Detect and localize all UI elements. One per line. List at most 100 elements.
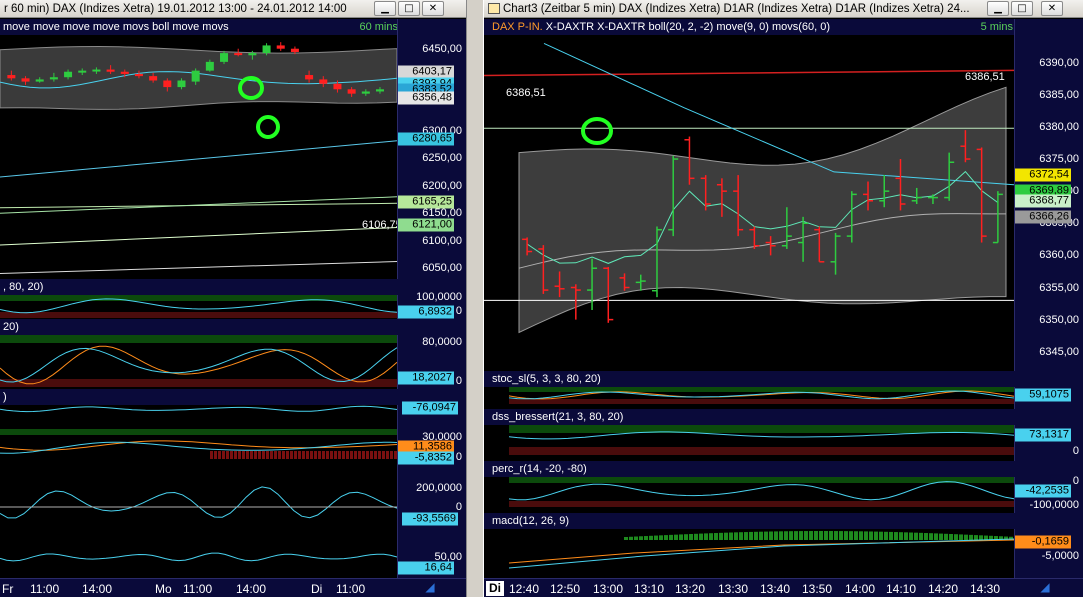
price-tick-label: 6380,00 — [1039, 120, 1079, 133]
histogram-bar — [834, 531, 838, 540]
time-tick-label: 14:10 — [886, 582, 917, 596]
histogram-bar — [230, 451, 233, 459]
left-ind2-axis[interactable]: 80,0000 0 18,2027 — [397, 335, 466, 389]
candle-body — [134, 73, 143, 77]
histogram-bar — [326, 451, 329, 459]
histogram-bar — [664, 535, 668, 540]
histogram-bar — [824, 531, 828, 540]
right-day-label: Di — [486, 581, 504, 596]
histogram-bar — [704, 533, 708, 540]
candle-body — [347, 89, 356, 94]
right-price-axis[interactable]: 6390,006385,006380,006375,006370,006365,… — [1014, 19, 1083, 371]
time-tick-label: 14:20 — [928, 582, 959, 596]
histogram-bar — [779, 531, 783, 540]
right-ind3-tick-bottom: -100,0000 — [1029, 499, 1079, 511]
histogram-bar — [654, 535, 658, 540]
price-tick-label: 6100,00 — [422, 234, 462, 247]
price-value-tag: 6280,65 — [398, 132, 454, 146]
histogram-bar — [754, 531, 758, 540]
histogram-bar — [294, 451, 297, 459]
histogram-bar — [306, 451, 309, 459]
histogram-bar — [274, 451, 277, 459]
right-ind3-axis[interactable]: 0 -42,2535 -100,0000 — [1014, 475, 1083, 513]
left-ind4-chart[interactable] — [0, 421, 398, 471]
minimize-button[interactable]: ▁ — [987, 1, 1009, 16]
histogram-bar — [342, 451, 345, 459]
histogram-bar — [694, 533, 698, 540]
price-tick-label: 6200,00 — [422, 179, 462, 192]
right-ind1-axis[interactable]: 59,1075 — [1014, 387, 1083, 409]
time-tick-label: 14:30 — [970, 582, 1001, 596]
right-ind2-axis[interactable]: 73,1317 0 — [1014, 425, 1083, 461]
right-window-titlebar[interactable]: Chart3 (Zeitbar 5 min) DAX (Indizes Xetr… — [484, 0, 1083, 18]
right-price-chart[interactable] — [484, 19, 1015, 371]
left-ind1-value-tag: 6,8932 — [398, 305, 454, 319]
histogram-bar — [390, 451, 393, 459]
left-ind6-value-tag: 16,64 — [398, 561, 454, 575]
oversold-zone — [0, 379, 397, 387]
left-time-axis[interactable]: ◢ Fr 11:00 14:00 Mo 11:00 14:00 Di 11:00 — [0, 578, 466, 597]
left-ind5-chart[interactable] — [0, 471, 398, 531]
left-price-chart[interactable] — [0, 19, 398, 279]
right-ind4-axis[interactable]: -0,1659 -5,0000 — [1014, 529, 1083, 578]
histogram-bar — [719, 532, 723, 540]
candle-body — [92, 69, 101, 72]
price-value-tag: 6356,48 — [398, 91, 454, 105]
left-ind1-chart[interactable] — [0, 279, 398, 319]
left-ind6-chart[interactable] — [0, 531, 398, 578]
indicator-line — [508, 481, 1015, 501]
right-ind2-chart[interactable] — [484, 409, 1015, 461]
histogram-bar — [964, 534, 968, 540]
minimize-button[interactable]: ▁ — [374, 1, 396, 16]
histogram-bar — [298, 451, 301, 459]
histogram-bar — [302, 451, 305, 459]
indicator-line — [0, 347, 398, 383]
left-ind4-axis[interactable]: 30,0000 11,3586 -5,8352 0 — [397, 421, 466, 471]
scroll-arrow-icon[interactable]: ◢ — [1035, 580, 1055, 595]
right-time-axis[interactable]: Di ◢ 12:40 12:50 13:00 13:10 13:20 13:30 13:40… — [484, 578, 1083, 597]
close-button[interactable]: ✕ — [1041, 1, 1063, 16]
histogram-bar — [979, 535, 983, 540]
time-tick-label: 13:30 — [718, 582, 749, 596]
left-price-axis[interactable]: 6450,00 6300,00 6250,00 6200,00 6150,00 6100,… — [397, 19, 466, 279]
histogram-bar — [689, 534, 693, 540]
overbought-zone — [0, 295, 397, 301]
candle-body — [106, 69, 115, 72]
left-window-titlebar[interactable]: r 60 min) DAX (Indizes Xetra) 19.01.2012… — [0, 0, 466, 18]
left-indicator-2: 20) 80,0000 0 18,2027 — [0, 319, 466, 389]
histogram-bar — [839, 531, 843, 540]
candle-body — [177, 80, 186, 88]
moving-average-line — [0, 196, 398, 214]
left-ind3-chart[interactable] — [0, 389, 398, 421]
right-ind2-value-tag: 73,1317 — [1015, 428, 1071, 442]
histogram-bar — [739, 532, 743, 540]
right-level-label-left: 6386,51 — [506, 87, 546, 99]
histogram-bar — [262, 451, 265, 459]
left-window-title: r 60 min) DAX (Indizes Xetra) 19.01.2012… — [4, 3, 347, 15]
maximize-button[interactable]: □ — [1011, 1, 1033, 16]
time-tick-label: 13:50 — [802, 582, 833, 596]
right-indicator-1: stoc_sl(5, 3, 3, 80, 20) 59,1075 — [484, 371, 1083, 409]
close-button[interactable]: ✕ — [422, 1, 444, 16]
histogram-bar — [684, 534, 688, 540]
histogram-bar — [386, 451, 389, 459]
window-splitter[interactable] — [466, 0, 484, 597]
histogram-bar — [794, 531, 798, 540]
histogram-bar — [814, 531, 818, 540]
left-ind3-axis[interactable]: -76,0947 — [397, 401, 466, 421]
histogram-bar — [254, 451, 257, 459]
candle-body — [149, 76, 158, 81]
left-ind1-axis[interactable]: 100,0000 0 6,8932 — [397, 291, 466, 319]
right-ind1-chart[interactable] — [484, 371, 1015, 409]
left-ind2-chart[interactable] — [0, 319, 398, 389]
histogram-bar — [859, 531, 863, 540]
left-ind5-axis[interactable]: 200,0000 0 -93,5569 — [397, 471, 466, 531]
chart-window-icon — [488, 3, 500, 14]
right-ind4-chart[interactable] — [484, 513, 1015, 578]
histogram-bar — [278, 451, 281, 459]
maximize-button[interactable]: □ — [398, 1, 420, 16]
scroll-arrow-icon[interactable]: ◢ — [420, 580, 440, 595]
right-ind3-chart[interactable] — [484, 461, 1015, 513]
left-ind6-axis[interactable]: 50,00 16,64 — [397, 531, 466, 578]
histogram-bar — [884, 531, 888, 540]
